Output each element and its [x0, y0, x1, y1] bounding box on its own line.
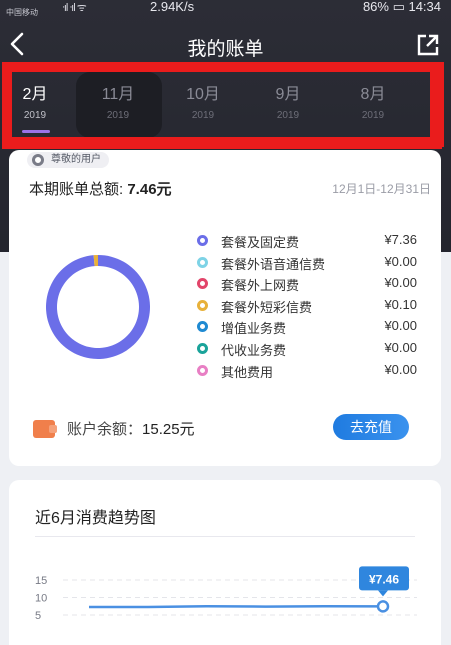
- legend-item: 增值业务费 ¥0.00: [197, 316, 417, 338]
- share-icon[interactable]: [415, 32, 441, 58]
- highlight-annotation-bar: [2, 142, 442, 149]
- balance-value: 15.25元: [142, 421, 195, 438]
- trend-card: 近6月消费趋势图 15 10 5 ¥7.46: [9, 480, 441, 645]
- legend-label: 其他费用: [221, 364, 274, 380]
- tooltip-value-label: ¥7.46: [369, 572, 399, 586]
- bill-date-range: 12月1日-12月31日: [332, 182, 431, 196]
- page-title: 我的账单: [187, 39, 264, 60]
- legend-value: ¥0.00: [384, 318, 417, 334]
- legend-value: ¥0.00: [384, 253, 417, 269]
- signal-icons: ᐧıl ᐧıl ᯤ: [62, 2, 87, 14]
- balance-label: 账户余额：: [67, 421, 143, 438]
- bill-legend: 套餐及固定费 ¥7.36 套餐外语音通信费 ¥0.00 套餐外上网费 ¥0.00 套餐外短彩…: [197, 230, 417, 381]
- status-bar: 中国移动 ᐧıl ᐧıl ᯤ 2.94K/s 86% ▭ 14:34: [0, 0, 451, 18]
- legend-item: 套餐外语音通信费 ¥0.00: [197, 252, 417, 274]
- legend-dot-icon: [197, 364, 208, 376]
- legend-item: 其他费用 ¥0.00: [197, 360, 417, 382]
- bill-total-value: 7.46元: [127, 181, 172, 198]
- legend-dot-icon: [197, 299, 208, 311]
- tooltip-pointer: [378, 590, 388, 597]
- highlight-annotation-box: [2, 62, 444, 147]
- legend-label: 增值业务费: [221, 321, 287, 337]
- trend-series-line: [89, 604, 384, 609]
- legend-dot-icon: [197, 321, 208, 333]
- trend-line-chart: 15 10 5 ¥7.46: [35, 566, 417, 622]
- y-tick-label: 15: [35, 575, 47, 587]
- legend-label: 套餐及固定费: [221, 235, 300, 250]
- donut-slice: [45, 255, 150, 359]
- user-icon: [32, 154, 44, 166]
- legend-item: 套餐外短彩信费 ¥0.10: [197, 295, 417, 317]
- legend-label: 套餐外上网费: [221, 278, 300, 294]
- battery-clock: 86% ▭ 14:34: [362, 0, 441, 14]
- legend-item: 代收业务费 ¥0.00: [197, 338, 417, 360]
- carrier-label: 中国移动: [6, 8, 38, 17]
- legend-dot-icon: [197, 342, 208, 354]
- bill-card: 尊敬的用户 本期账单总额: 7.46元 12月1日-12月31日 套餐及固定费 ¥…: [9, 150, 441, 466]
- legend-item: 套餐外上网费 ¥0.00: [197, 273, 417, 295]
- bill-donut-chart: [45, 255, 150, 359]
- user-badge-label: 尊敬的用户: [51, 154, 101, 165]
- network-speed: 2.94K/s: [150, 0, 195, 14]
- legend-value: ¥0.00: [384, 339, 417, 355]
- legend-value: ¥7.36: [384, 232, 417, 247]
- y-tick-label: 10: [35, 593, 47, 605]
- bill-total: 本期账单总额: 7.46元: [29, 178, 172, 199]
- legend-dot-icon: [197, 278, 208, 290]
- bill-total-label: 本期账单总额:: [29, 181, 128, 198]
- legend-item: 套餐及固定费 ¥7.36: [197, 230, 417, 252]
- user-badge: 尊敬的用户: [27, 152, 109, 168]
- legend-value: ¥0.10: [384, 296, 417, 312]
- legend-label: 套餐外短彩信费: [221, 299, 313, 315]
- legend-value: ¥0.00: [384, 361, 417, 377]
- recharge-button[interactable]: 去充值: [333, 414, 409, 440]
- y-tick-label: 5: [35, 610, 41, 622]
- legend-value: ¥0.00: [384, 275, 417, 291]
- legend-dot-icon: [197, 235, 208, 246]
- trend-point[interactable]: [376, 600, 390, 613]
- legend-dot-icon: [197, 256, 208, 268]
- legend-label: 套餐外语音通信费: [221, 256, 326, 272]
- legend-label: 代收业务费: [221, 342, 287, 358]
- wallet-icon: [33, 420, 57, 438]
- app-header: 我的账单: [0, 28, 451, 64]
- balance: 账户余额：15.25元: [67, 418, 195, 439]
